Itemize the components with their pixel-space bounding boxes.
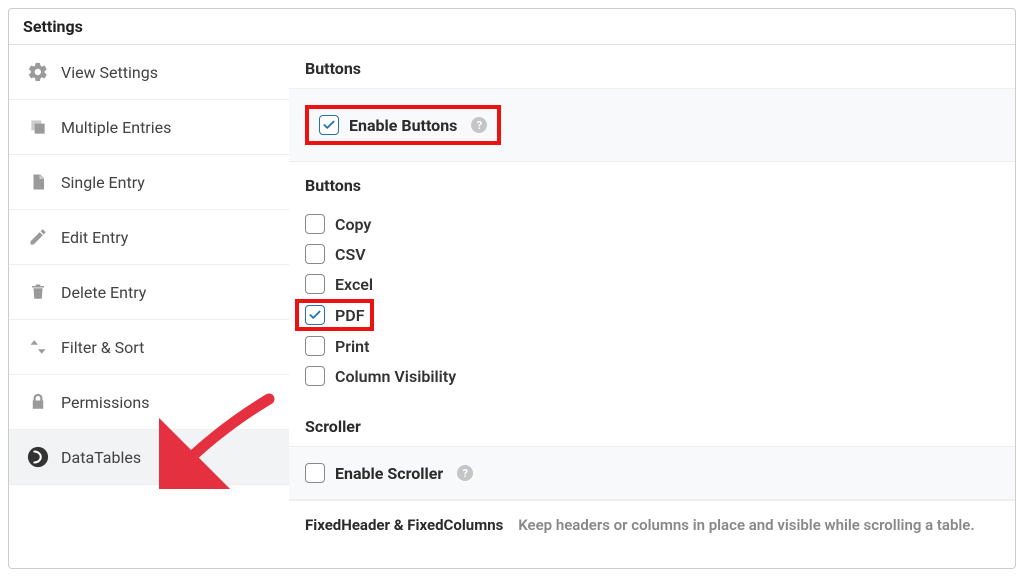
sidebar-item-label: DataTables [61,448,141,467]
print-label: Print [335,337,370,356]
sidebar-item-multiple-entries[interactable]: Multiple Entries [9,100,289,155]
buttons-list: Copy CSV Excel PDF Print [289,205,1015,403]
excel-label: Excel [335,275,373,294]
sidebar-item-single-entry[interactable]: Single Entry [9,155,289,210]
sidebar-item-label: Delete Entry [61,283,146,302]
settings-panel: Settings View Settings Multiple Entries … [8,8,1016,569]
enable-buttons-row: Enable Buttons ? [289,88,1015,162]
gear-icon [27,61,49,83]
settings-sidebar: View Settings Multiple Entries Single En… [9,45,289,568]
excel-checkbox[interactable] [305,274,325,294]
sidebar-item-label: Multiple Entries [61,118,171,137]
copies-icon [27,116,49,138]
highlight-pdf: PDF [295,299,374,331]
csv-label: CSV [335,245,366,264]
fixed-header-row: FixedHeader & FixedColumns Keep headers … [289,500,1015,555]
scroller-section-heading: Scroller [289,403,1015,446]
button-option-excel: Excel [305,269,999,299]
buttons-section-heading: Buttons [289,45,1015,88]
datatables-icon [27,446,49,468]
sort-icon [27,336,49,358]
fixed-header-desc: Keep headers or columns in place and vis… [518,516,974,534]
enable-scroller-checkbox[interactable] [305,463,325,483]
enable-buttons-checkbox[interactable] [319,115,339,135]
copy-label: Copy [335,215,371,234]
sidebar-item-label: Single Entry [61,173,145,192]
csv-checkbox[interactable] [305,244,325,264]
trash-icon [27,281,49,303]
panel-body: View Settings Multiple Entries Single En… [9,45,1015,568]
help-icon[interactable]: ? [457,465,473,481]
pencil-icon [27,226,49,248]
page-icon [27,171,49,193]
sidebar-item-label: Filter & Sort [61,338,144,357]
colvis-label: Column Visibility [335,367,456,386]
sidebar-item-filter-sort[interactable]: Filter & Sort [9,320,289,375]
sidebar-item-label: View Settings [61,63,158,82]
fixed-header-title: FixedHeader & FixedColumns [305,516,503,534]
buttons-list-heading: Buttons [289,162,1015,205]
colvis-checkbox[interactable] [305,366,325,386]
sidebar-item-permissions[interactable]: Permissions [9,375,289,430]
button-option-print: Print [305,331,999,361]
enable-buttons-label: Enable Buttons [349,116,457,135]
copy-checkbox[interactable] [305,214,325,234]
pdf-checkbox[interactable] [305,305,325,325]
lock-icon [27,391,49,413]
sidebar-item-edit-entry[interactable]: Edit Entry [9,210,289,265]
sidebar-item-view-settings[interactable]: View Settings [9,45,289,100]
sidebar-item-label: Edit Entry [61,228,128,247]
sidebar-item-label: Permissions [61,393,149,412]
highlight-enable-buttons: Enable Buttons ? [305,105,501,145]
print-checkbox[interactable] [305,336,325,356]
enable-scroller-field: Enable Scroller ? [305,463,999,483]
pdf-label: PDF [335,306,364,325]
content-area: Buttons Enable Buttons ? Buttons Copy [289,45,1015,568]
sidebar-item-delete-entry[interactable]: Delete Entry [9,265,289,320]
help-icon[interactable]: ? [471,117,487,133]
sidebar-item-datatables[interactable]: DataTables [9,430,289,485]
enable-scroller-row: Enable Scroller ? [289,446,1015,500]
panel-title: Settings [9,9,1015,45]
button-option-copy: Copy [305,209,999,239]
button-option-colvis: Column Visibility [305,361,999,391]
button-option-csv: CSV [305,239,999,269]
enable-scroller-label: Enable Scroller [335,464,443,483]
